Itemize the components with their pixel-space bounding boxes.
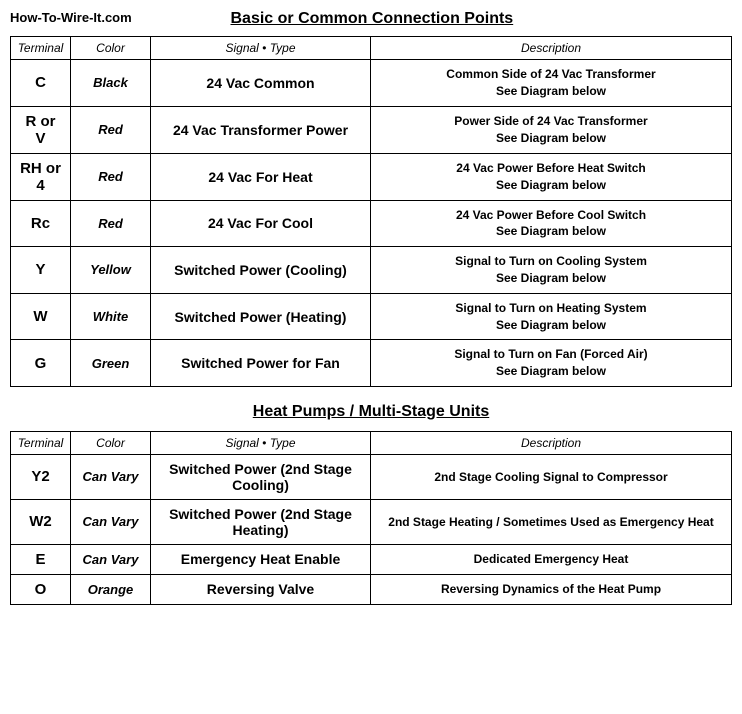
table1-row: CBlack24 Vac CommonCommon Side of 24 Vac… [11,60,732,107]
table1-cell-signal: Switched Power for Fan [151,340,371,387]
table2-body: Y2Can VarySwitched Power (2nd Stage Cool… [11,454,732,604]
table2-cell-signal: Reversing Valve [151,574,371,604]
table1-cell-terminal: R or V [11,106,71,153]
table1-body: CBlack24 Vac CommonCommon Side of 24 Vac… [11,60,732,387]
table2-cell-terminal: W2 [11,499,71,544]
table1-cell-signal: 24 Vac Transformer Power [151,106,371,153]
table1-cell-terminal: RH or 4 [11,153,71,200]
table1-cell-desc: 24 Vac Power Before Heat SwitchSee Diagr… [371,153,732,200]
section1-title: Basic or Common Connection Points [132,10,612,28]
table1-cell-desc: Signal to Turn on Heating SystemSee Diag… [371,293,732,340]
table2-header-terminal: Terminal [11,431,71,454]
table2-cell-desc: 2nd Stage Cooling Signal to Compressor [371,454,732,499]
table1-cell-color: Red [71,200,151,247]
table2-cell-signal: Switched Power (2nd Stage Cooling) [151,454,371,499]
table1-cell-terminal: C [11,60,71,107]
table1-cell-color: Red [71,106,151,153]
table2-header-desc: Description [371,431,732,454]
table1-cell-desc: Signal to Turn on Fan (Forced Air)See Di… [371,340,732,387]
table1-cell-desc: Power Side of 24 Vac TransformerSee Diag… [371,106,732,153]
table2: Terminal Color Signal • Type Description… [10,431,732,605]
table2-cell-color: Orange [71,574,151,604]
table1-cell-color: Black [71,60,151,107]
table1-cell-terminal: G [11,340,71,387]
table1-row: RH or 4Red24 Vac For Heat24 Vac Power Be… [11,153,732,200]
table1-cell-signal: Switched Power (Cooling) [151,247,371,294]
table1-header-terminal: Terminal [11,37,71,60]
table2-header-color: Color [71,431,151,454]
table1-cell-color: Red [71,153,151,200]
header-row: How-To-Wire-It.com Basic or Common Conne… [10,10,732,28]
table1-row: WWhiteSwitched Power (Heating)Signal to … [11,293,732,340]
table1-header-color: Color [71,37,151,60]
table1-cell-color: White [71,293,151,340]
table1-cell-terminal: W [11,293,71,340]
table2-header-signal: Signal • Type [151,431,371,454]
table1-cell-signal: 24 Vac Common [151,60,371,107]
table1-row: RcRed24 Vac For Cool24 Vac Power Before … [11,200,732,247]
table1-cell-desc: Common Side of 24 Vac TransformerSee Dia… [371,60,732,107]
table2-cell-signal: Emergency Heat Enable [151,544,371,574]
table1-cell-terminal: Rc [11,200,71,247]
table2-cell-terminal: O [11,574,71,604]
table1: Terminal Color Signal • Type Description… [10,36,732,387]
table2-row: OOrangeReversing ValveReversing Dynamics… [11,574,732,604]
table2-cell-color: Can Vary [71,454,151,499]
page-wrapper: How-To-Wire-It.com Basic or Common Conne… [0,0,742,631]
table2-cell-terminal: Y2 [11,454,71,499]
section2-title: Heat Pumps / Multi-Stage Units [10,403,732,421]
table2-cell-desc: Reversing Dynamics of the Heat Pump [371,574,732,604]
table1-cell-color: Yellow [71,247,151,294]
table1-row: YYellowSwitched Power (Cooling)Signal to… [11,247,732,294]
table2-cell-terminal: E [11,544,71,574]
site-name: How-To-Wire-It.com [10,10,132,25]
table1-cell-color: Green [71,340,151,387]
table1-row: R or VRed24 Vac Transformer PowerPower S… [11,106,732,153]
table2-cell-desc: 2nd Stage Heating / Sometimes Used as Em… [371,499,732,544]
table1-cell-signal: Switched Power (Heating) [151,293,371,340]
table1-cell-signal: 24 Vac For Cool [151,200,371,247]
table1-cell-desc: Signal to Turn on Cooling SystemSee Diag… [371,247,732,294]
table1-cell-desc: 24 Vac Power Before Cool SwitchSee Diagr… [371,200,732,247]
table1-row: GGreenSwitched Power for FanSignal to Tu… [11,340,732,387]
table1-cell-terminal: Y [11,247,71,294]
table1-header-row: Terminal Color Signal • Type Description [11,37,732,60]
table1-header-signal: Signal • Type [151,37,371,60]
table1-header-desc: Description [371,37,732,60]
table2-row: ECan VaryEmergency Heat EnableDedicated … [11,544,732,574]
table2-cell-signal: Switched Power (2nd Stage Heating) [151,499,371,544]
table2-cell-color: Can Vary [71,544,151,574]
table2-cell-desc: Dedicated Emergency Heat [371,544,732,574]
table2-header-row: Terminal Color Signal • Type Description [11,431,732,454]
table1-cell-signal: 24 Vac For Heat [151,153,371,200]
table2-row: W2Can VarySwitched Power (2nd Stage Heat… [11,499,732,544]
table2-row: Y2Can VarySwitched Power (2nd Stage Cool… [11,454,732,499]
table2-cell-color: Can Vary [71,499,151,544]
